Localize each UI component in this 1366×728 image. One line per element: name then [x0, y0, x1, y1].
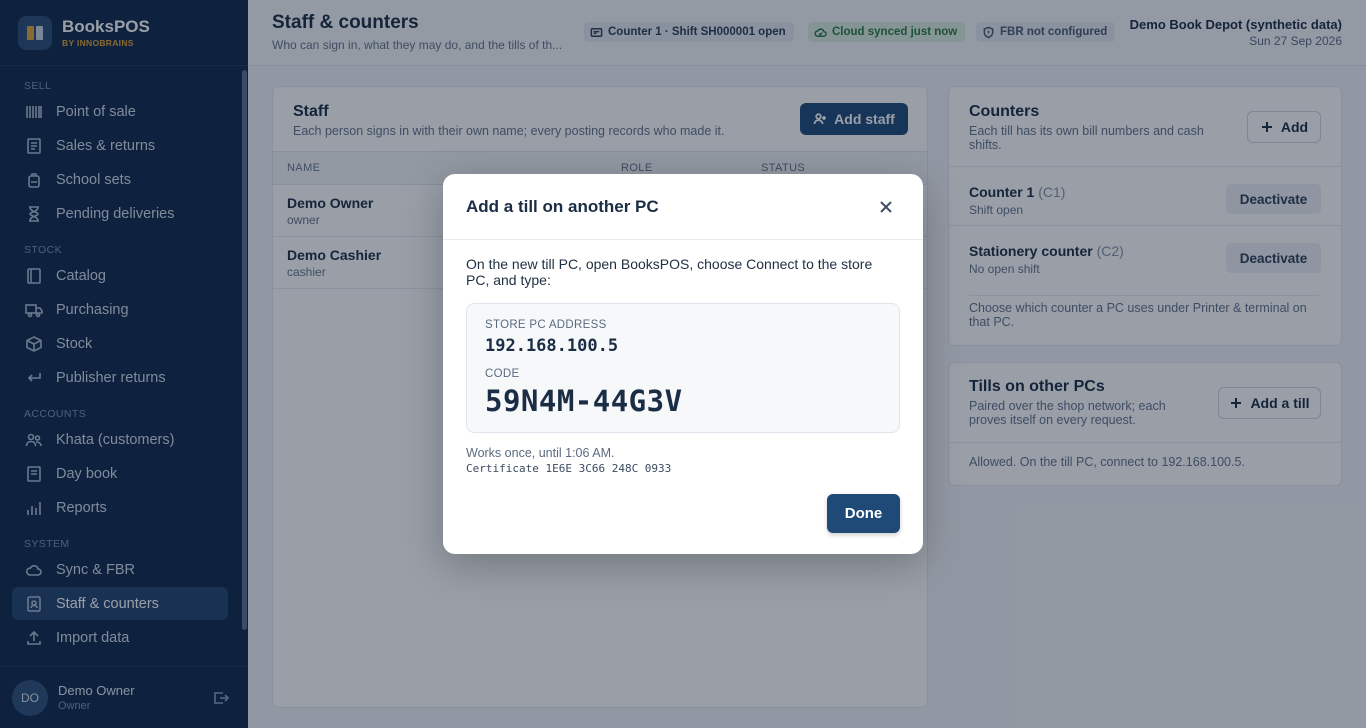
- store-address-value: 192.168.100.5: [485, 336, 619, 356]
- dialog-header: Add a till on another PC: [443, 174, 923, 240]
- store-address-label: STORE PC ADDRESS: [485, 319, 607, 331]
- pairing-code-value: 59N4M-44G3V: [485, 384, 683, 418]
- code-expiry-note: Works once, until 1:06 AM.: [466, 446, 615, 460]
- code-label: CODE: [485, 368, 520, 380]
- done-button[interactable]: Done: [827, 494, 900, 533]
- dialog-title: Add a till on another PC: [466, 197, 659, 216]
- close-icon[interactable]: [877, 198, 895, 216]
- dialog-instructions: On the new till PC, open BooksPOS, choos…: [466, 256, 873, 288]
- certificate-fingerprint: Certificate 1E6E 3C66 248C 0933: [466, 462, 672, 475]
- pairing-code-box: STORE PC ADDRESS 192.168.100.5 CODE 59N4…: [466, 303, 900, 433]
- add-till-dialog: Add a till on another PC On the new till…: [443, 174, 923, 554]
